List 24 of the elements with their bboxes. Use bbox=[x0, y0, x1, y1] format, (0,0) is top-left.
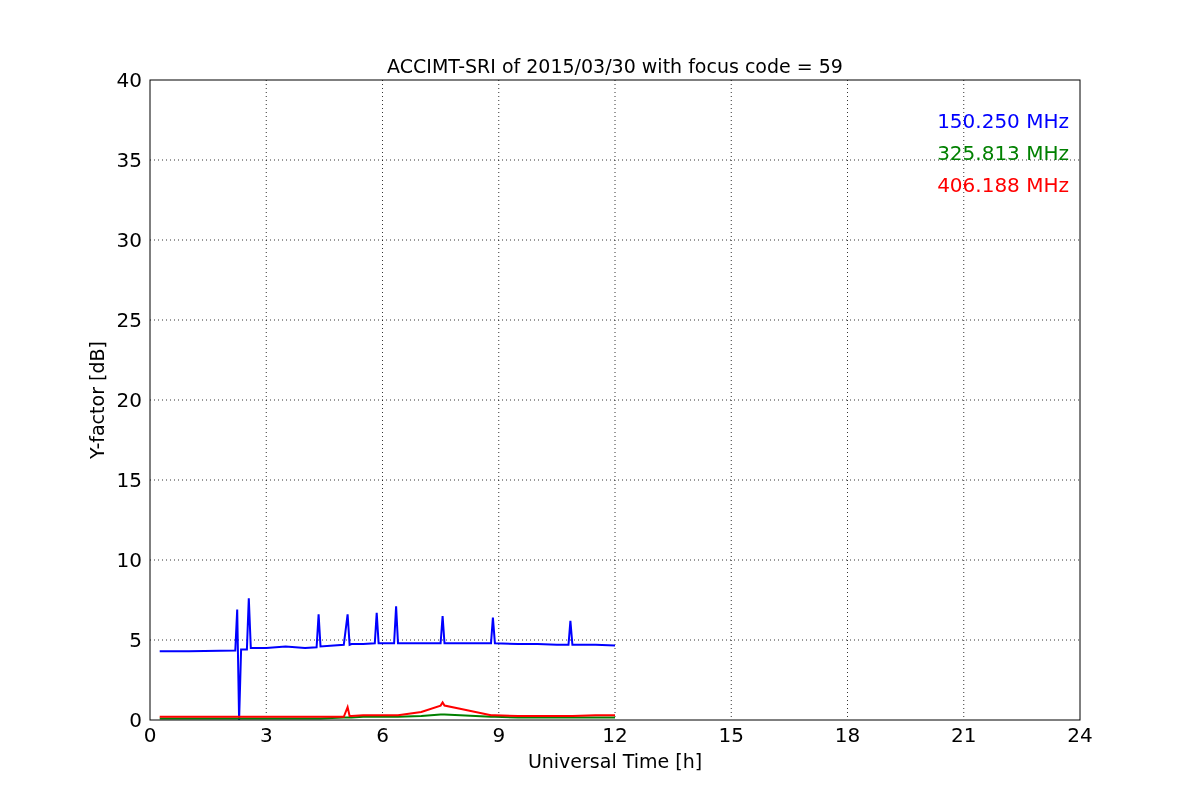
x-tick-label: 9 bbox=[492, 723, 506, 747]
y-tick-label: 0 bbox=[129, 708, 142, 732]
y-tick-label: 10 bbox=[116, 548, 142, 572]
y-tick-label: 40 bbox=[116, 68, 142, 92]
legend-label: 325.813 MHz bbox=[937, 141, 1069, 165]
x-axis-label: Universal Time [h] bbox=[527, 750, 703, 772]
y-tick-label: 25 bbox=[116, 308, 142, 332]
x-tick-label: 15 bbox=[718, 723, 744, 747]
x-tick-label: 18 bbox=[834, 723, 861, 747]
y-tick-label: 15 bbox=[116, 468, 142, 492]
y-tick-label: 5 bbox=[129, 628, 142, 652]
chart-title: ACCIMT-SRI of 2015/03/30 with focus code = 59 bbox=[387, 55, 843, 77]
x-tick-label: 12 bbox=[602, 723, 628, 747]
x-tick-label: 24 bbox=[1067, 723, 1093, 747]
x-tick-label: 0 bbox=[143, 723, 157, 747]
x-tick-label: 6 bbox=[376, 723, 389, 747]
x-tick-label: 3 bbox=[259, 723, 273, 747]
y-axis-label: Y-factor [dB] bbox=[86, 341, 108, 459]
x-tick-label: 21 bbox=[951, 723, 977, 747]
legend-label: 406.188 MHz bbox=[937, 173, 1069, 197]
y-tick-label: 30 bbox=[116, 228, 142, 252]
y-tick-label: 35 bbox=[116, 148, 142, 172]
legend-label: 150.250 MHz bbox=[937, 109, 1069, 133]
y-tick-label: 20 bbox=[116, 388, 142, 412]
